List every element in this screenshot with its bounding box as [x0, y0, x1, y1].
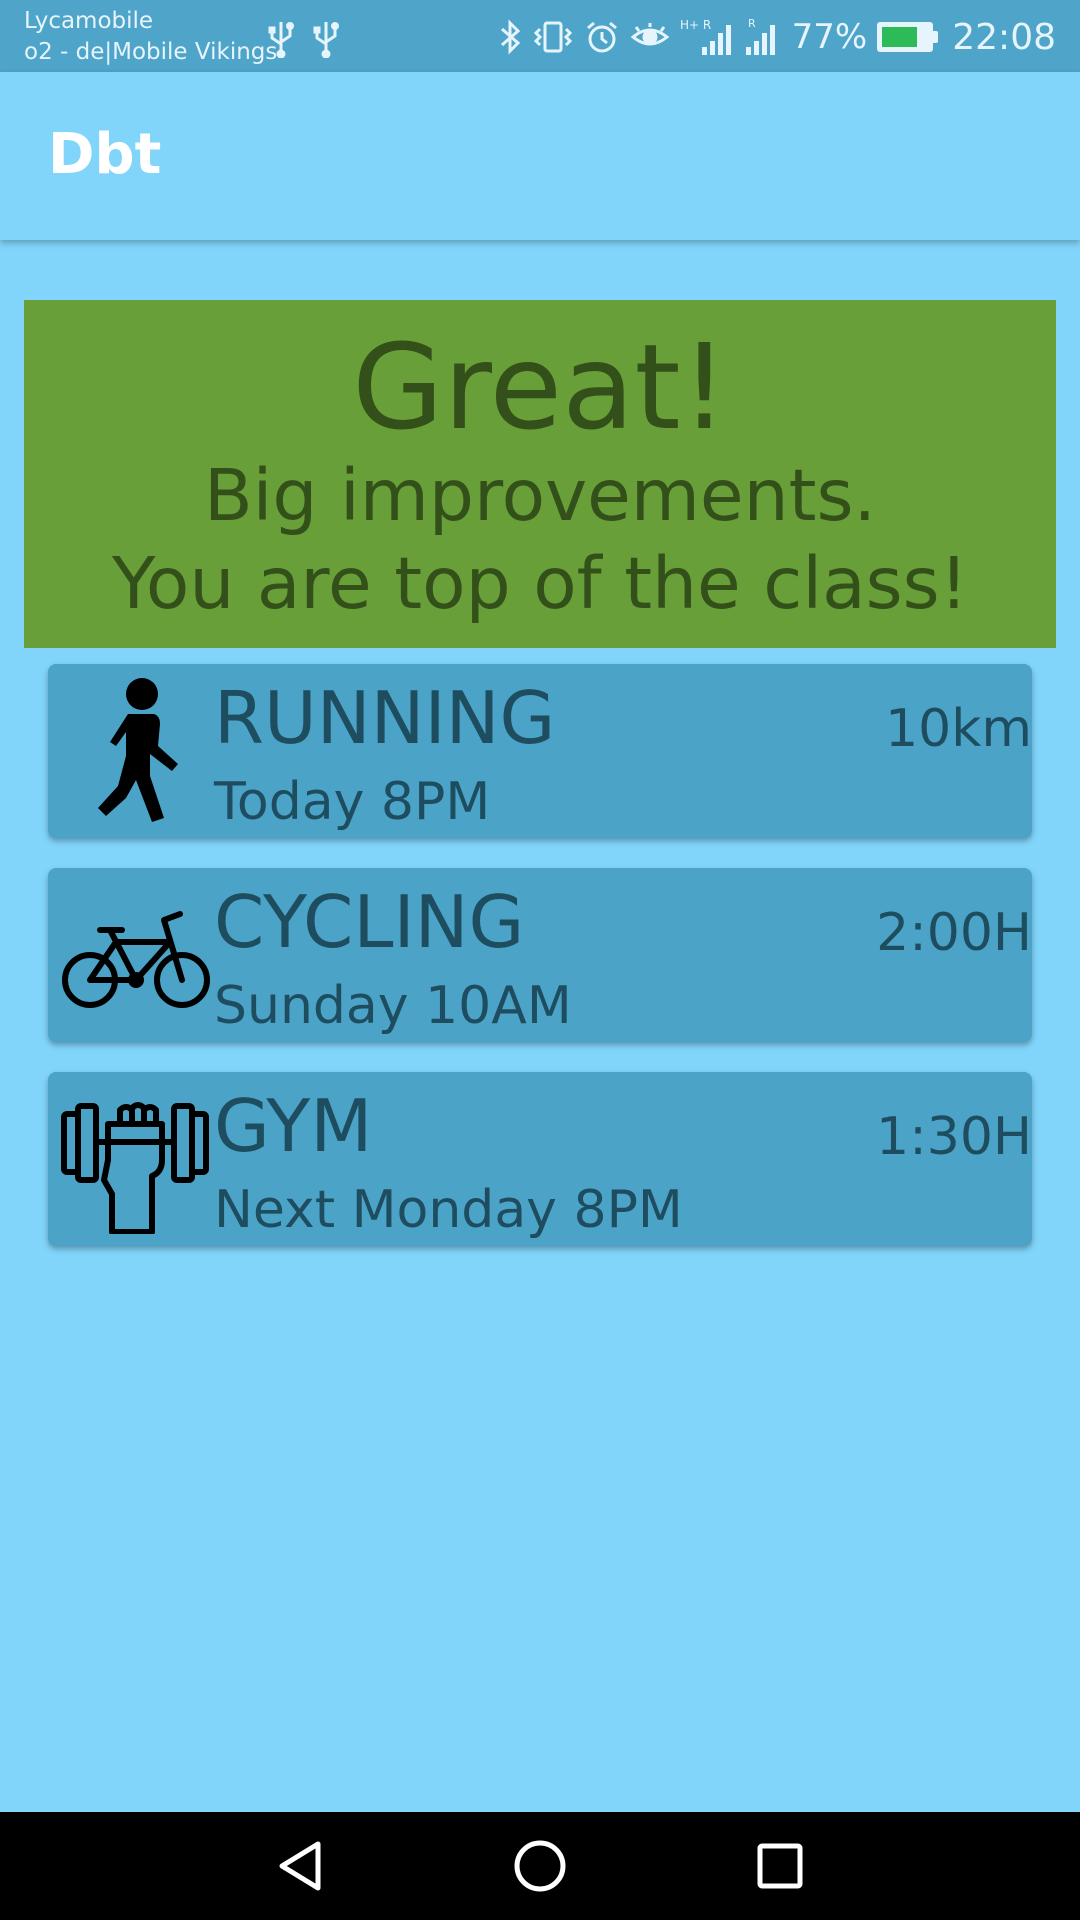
battery-percent: 77% — [791, 17, 868, 57]
activity-card-running[interactable]: RUNNING Today 8PM 10km — [48, 664, 1032, 838]
eye-icon — [630, 23, 670, 46]
activity-schedule: Sunday 10AM — [214, 976, 572, 1036]
system-nav-bar — [0, 1812, 1080, 1920]
activity-title: CYCLING — [214, 880, 525, 964]
status-clock: 22:08 — [952, 16, 1056, 58]
usb-icon — [268, 22, 294, 59]
carrier-info: Lycamobile o2 - de|Mobile Vikings — [24, 6, 277, 68]
vibrate-icon — [533, 21, 572, 53]
activity-title: RUNNING — [214, 676, 556, 760]
bluetooth-icon — [500, 19, 520, 55]
back-icon — [279, 1841, 321, 1891]
alarm-icon — [586, 21, 617, 53]
battery-level — [882, 27, 917, 47]
carrier-primary: Lycamobile — [24, 8, 154, 34]
back-button[interactable] — [180, 1812, 420, 1920]
activity-card-gym[interactable]: GYM Next Monday 8PM 1:30H — [48, 1072, 1032, 1246]
usb-icon — [313, 22, 340, 59]
app-title: Dbt — [48, 122, 162, 187]
carrier-secondary: o2 - de|Mobile Vikings — [24, 39, 278, 65]
dumbbell-fist-icon — [60, 1084, 210, 1235]
app-bar: Dbt — [0, 72, 1080, 240]
status-bar: Lycamobile o2 - de|Mobile Vikings H+ R R… — [0, 0, 1080, 72]
usb-icons — [268, 18, 353, 59]
status-icons: H+ R R 77% 22:08 — [488, 12, 1056, 62]
recents-icon — [757, 1843, 803, 1889]
activity-card-cycling[interactable]: CYCLING Sunday 10AM 2:00H — [48, 868, 1032, 1042]
activity-amount: 10km — [885, 699, 1032, 759]
recents-button[interactable] — [660, 1812, 900, 1920]
home-button[interactable] — [420, 1812, 660, 1920]
activity-title: GYM — [214, 1084, 373, 1168]
banner-message-line2: You are top of the class! — [111, 542, 969, 625]
svg-text:R: R — [748, 17, 756, 30]
banner-headline: Great! — [352, 318, 728, 456]
battery-icon — [877, 22, 939, 52]
activity-amount: 2:00H — [876, 903, 1032, 963]
feedback-banner: Great! Big improvements. You are top of … — [24, 300, 1056, 648]
home-icon — [514, 1840, 566, 1892]
bicycle-icon — [60, 880, 210, 1030]
activity-schedule: Next Monday 8PM — [214, 1180, 683, 1240]
activity-amount: 1:30H — [876, 1107, 1032, 1167]
running-person-icon — [60, 676, 210, 826]
signal-icon: H+ R — [680, 18, 731, 55]
activity-schedule: Today 8PM — [214, 772, 491, 832]
signal-icon: R — [745, 17, 775, 55]
svg-text:H+ R: H+ R — [680, 18, 711, 32]
banner-message-line1: Big improvements. — [203, 454, 877, 537]
